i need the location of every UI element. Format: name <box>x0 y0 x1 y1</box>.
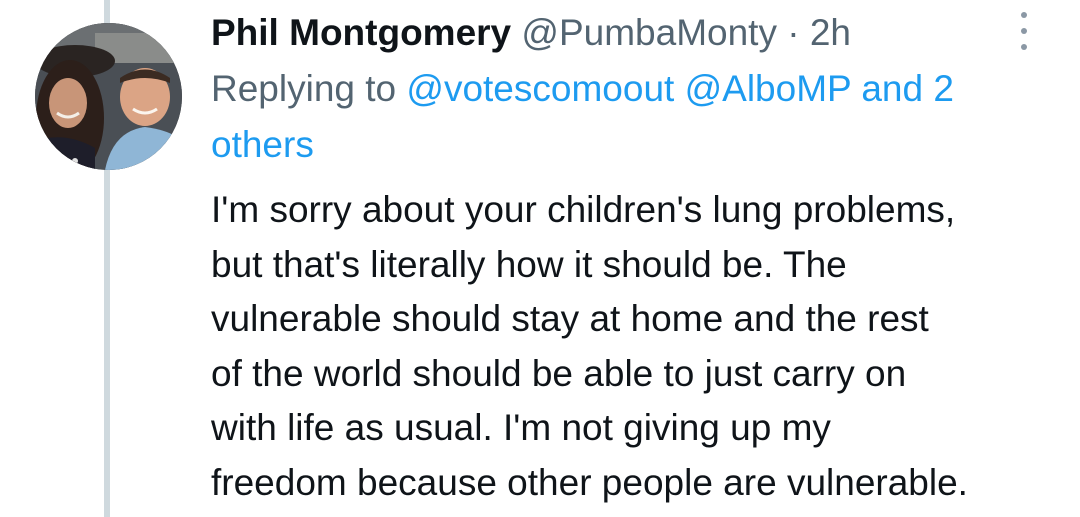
tweet-body-text: I'm sorry about your children's lung pro… <box>211 183 1051 510</box>
tweet-text-line: freedom because other people are vulnera… <box>211 461 968 503</box>
author-handle[interactable]: @PumbaMonty <box>521 12 777 53</box>
tweet-text-line: vulnerable should stay at home and the r… <box>211 298 929 339</box>
tweet-text-line: I'm sorry about your children's lung pro… <box>211 189 956 230</box>
avatar[interactable] <box>35 23 182 170</box>
replying-to-label: Replying to <box>211 68 407 109</box>
mention-albomp[interactable]: @AlboMP <box>685 68 851 109</box>
more-icon-dot <box>1021 12 1027 18</box>
tweet-content: Phil Montgomery @PumbaMonty · 2h Replyin… <box>211 8 1051 510</box>
mention-and-count[interactable]: and 2 <box>851 68 954 109</box>
tweet-header: Phil Montgomery @PumbaMonty · 2h <box>211 8 1051 58</box>
mention-others-link[interactable]: others <box>211 124 314 165</box>
tweet-card[interactable]: Phil Montgomery @PumbaMonty · 2h Replyin… <box>0 0 1080 517</box>
more-icon-dot <box>1021 44 1027 50</box>
replying-to-line: Replying to @votescomoout @AlboMP and 2 o… <box>211 61 1051 173</box>
tweet-timestamp[interactable]: 2h <box>810 12 851 53</box>
more-vertical-icon[interactable] <box>1013 12 1035 50</box>
tweet-text-line: but that's literally how it should be. T… <box>211 243 847 285</box>
more-icon-dot <box>1021 28 1027 34</box>
tweet-text-line: with life as usual. I'm not giving up my <box>211 407 831 448</box>
author-display-name[interactable]: Phil Montgomery <box>211 12 511 53</box>
tweet-text-line: of the world should be able to just carr… <box>211 352 907 394</box>
mention-votescomoout[interactable]: @votescomoout <box>406 68 674 109</box>
header-separator: · <box>776 12 810 53</box>
profile-photo-avatar <box>35 23 182 170</box>
